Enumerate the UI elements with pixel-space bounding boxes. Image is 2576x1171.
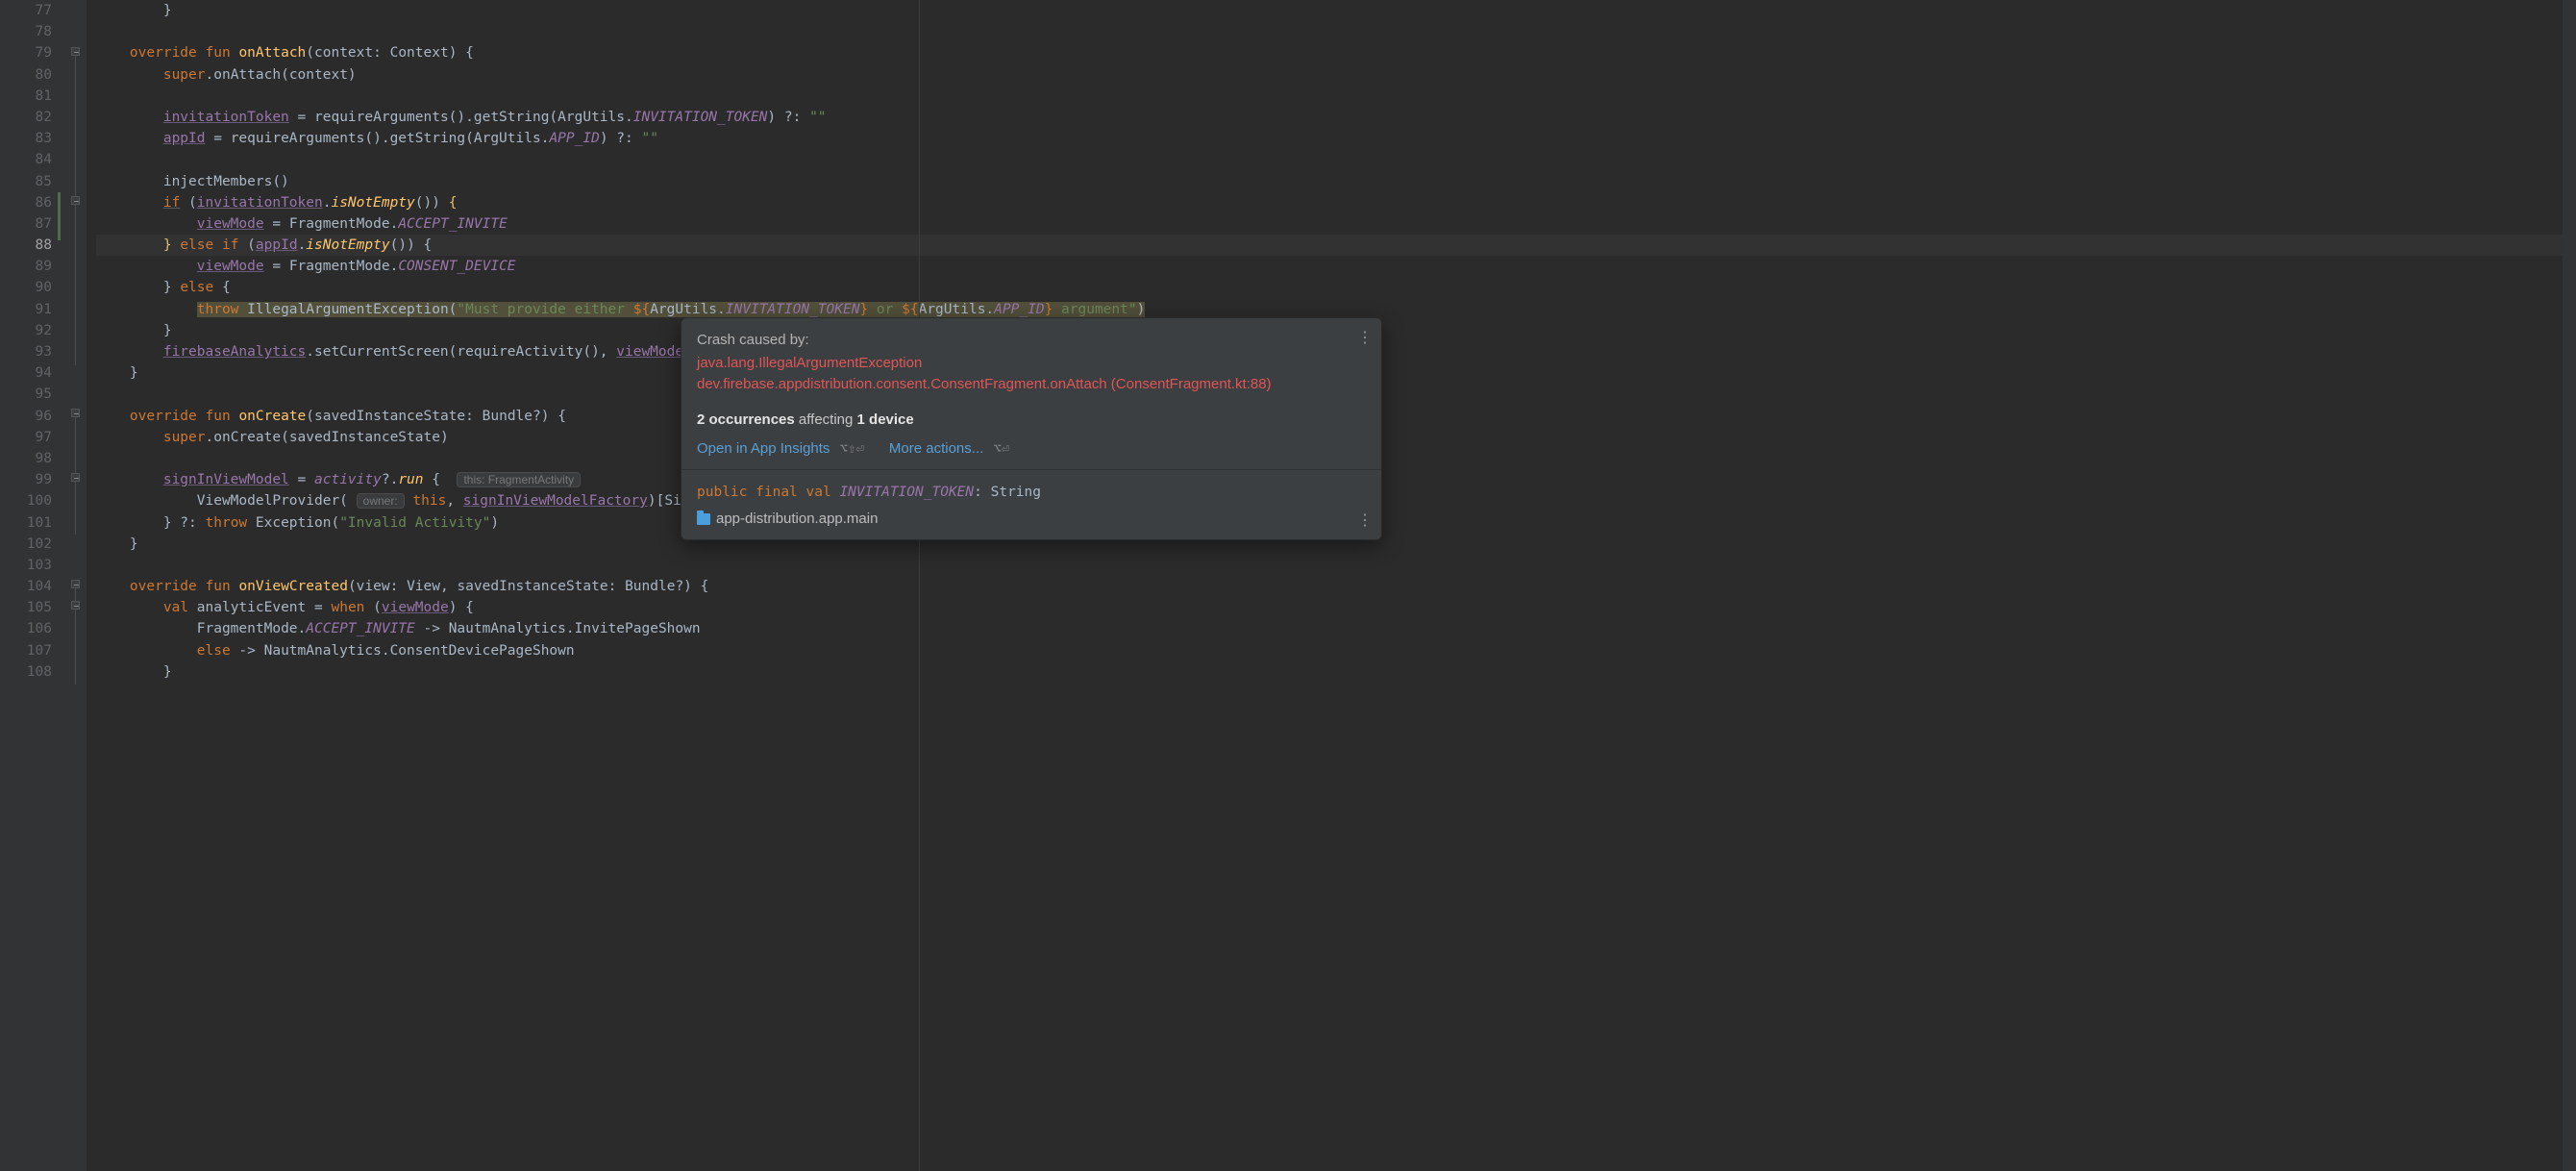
line-number[interactable]: 77 — [0, 0, 52, 21]
scrollbar[interactable] — [2563, 0, 2576, 1171]
fold-toggle-icon[interactable] — [71, 47, 80, 56]
code-line — [96, 555, 2576, 576]
code-line — [96, 86, 2576, 107]
line-number[interactable]: 79 — [0, 42, 52, 63]
code-line — [96, 21, 2576, 42]
shortcut-hint: ⌥⇧⏎ — [840, 441, 864, 457]
fold-toggle-icon[interactable] — [71, 196, 80, 205]
code-line: injectMembers() — [96, 171, 2576, 192]
code-line: FragmentMode.ACCEPT_INVITE -> NautmAnaly… — [96, 618, 2576, 639]
inlay-hint: owner: — [357, 493, 405, 509]
gutter[interactable]: 7778798081828384858687888990919293949596… — [0, 0, 67, 1171]
line-number[interactable]: 101 — [0, 512, 52, 534]
line-number[interactable]: 98 — [0, 448, 52, 469]
line-number[interactable]: 88 — [0, 235, 52, 256]
line-number[interactable]: 96 — [0, 406, 52, 427]
code-line: invitationToken = requireArguments().get… — [96, 107, 2576, 128]
crash-exception: java.lang.IllegalArgumentException — [697, 353, 1366, 374]
line-number[interactable]: 86 — [0, 192, 52, 213]
fold-toggle-icon[interactable] — [71, 409, 80, 417]
line-number[interactable]: 89 — [0, 256, 52, 277]
fold-column[interactable] — [67, 0, 87, 1171]
module-name: app-distribution.app.main — [716, 509, 878, 530]
line-number[interactable]: 103 — [0, 555, 52, 576]
code-line: viewMode = FragmentMode.ACCEPT_INVITE — [96, 213, 2576, 235]
line-number[interactable]: 92 — [0, 320, 52, 341]
line-number[interactable]: 81 — [0, 86, 52, 107]
code-line: override fun onViewCreated(view: View, s… — [96, 576, 2576, 597]
line-number[interactable]: 102 — [0, 534, 52, 555]
line-number[interactable]: 99 — [0, 469, 52, 490]
code-line-current: } else if (appId.isNotEmpty()) { — [96, 235, 2576, 256]
line-number[interactable]: 107 — [0, 640, 52, 661]
line-number[interactable]: 80 — [0, 64, 52, 86]
inlay-hint: this: FragmentActivity — [457, 472, 581, 487]
line-number[interactable]: 94 — [0, 362, 52, 384]
line-number[interactable]: 83 — [0, 128, 52, 149]
code-line: } else { — [96, 277, 2576, 298]
fold-toggle-icon[interactable] — [71, 580, 80, 588]
code-area[interactable]: } override fun onAttach(context: Context… — [87, 0, 2576, 1171]
line-number[interactable]: 105 — [0, 597, 52, 618]
right-margin-guide — [919, 0, 920, 1171]
line-number[interactable]: 95 — [0, 384, 52, 405]
line-number[interactable]: 108 — [0, 661, 52, 683]
line-number[interactable]: 93 — [0, 341, 52, 362]
code-line: override fun onAttach(context: Context) … — [96, 42, 2576, 63]
fold-guide — [75, 56, 76, 365]
code-line: else -> NautmAnalytics.ConsentDevicePage… — [96, 640, 2576, 661]
code-line: viewMode = FragmentMode.CONSENT_DEVICE — [96, 256, 2576, 277]
crash-title: Crash caused by: — [697, 330, 1366, 351]
line-number[interactable]: 106 — [0, 618, 52, 639]
code-line: if (invitationToken.isNotEmpty()) { — [96, 192, 2576, 213]
line-number[interactable]: 84 — [0, 149, 52, 170]
vcs-change-marker[interactable] — [58, 192, 61, 240]
code-line: super.onAttach(context) — [96, 64, 2576, 86]
line-number[interactable]: 91 — [0, 299, 52, 320]
crash-location: dev.firebase.appdistribution.consent.Con… — [697, 374, 1366, 395]
line-number[interactable]: 82 — [0, 107, 52, 128]
line-number[interactable]: 90 — [0, 277, 52, 298]
line-number[interactable]: 78 — [0, 21, 52, 42]
code-line: val analyticEvent = when (viewMode) { — [96, 597, 2576, 618]
shortcut-hint: ⌥⏎ — [993, 441, 1009, 457]
module-row[interactable]: app-distribution.app.main — [697, 509, 1366, 530]
symbol-signature: public final val INVITATION_TOKEN: Strin… — [697, 482, 1366, 503]
code-line — [96, 149, 2576, 170]
line-number[interactable]: 97 — [0, 427, 52, 448]
more-icon[interactable]: ⋮ — [1357, 328, 1372, 349]
open-app-insights-link[interactable]: Open in App Insights — [697, 440, 830, 457]
module-icon — [697, 513, 710, 525]
line-number[interactable]: 104 — [0, 576, 52, 597]
line-number[interactable]: 85 — [0, 171, 52, 192]
more-actions-link[interactable]: More actions... — [889, 440, 983, 457]
line-number[interactable]: 87 — [0, 213, 52, 235]
more-icon[interactable]: ⋮ — [1357, 511, 1372, 532]
occurrences-text: 2 occurrences affecting 1 device — [697, 410, 1366, 431]
fold-toggle-icon[interactable] — [71, 601, 80, 610]
crash-insights-popup: ⋮ Crash caused by: java.lang.IllegalArgu… — [681, 317, 1382, 540]
code-line: } — [96, 661, 2576, 683]
code-line: appId = requireArguments().getString(Arg… — [96, 128, 2576, 149]
code-line: } — [96, 0, 2576, 21]
fold-toggle-icon[interactable] — [71, 473, 80, 482]
line-number[interactable]: 100 — [0, 490, 52, 511]
editor: 7778798081828384858687888990919293949596… — [0, 0, 2576, 1171]
